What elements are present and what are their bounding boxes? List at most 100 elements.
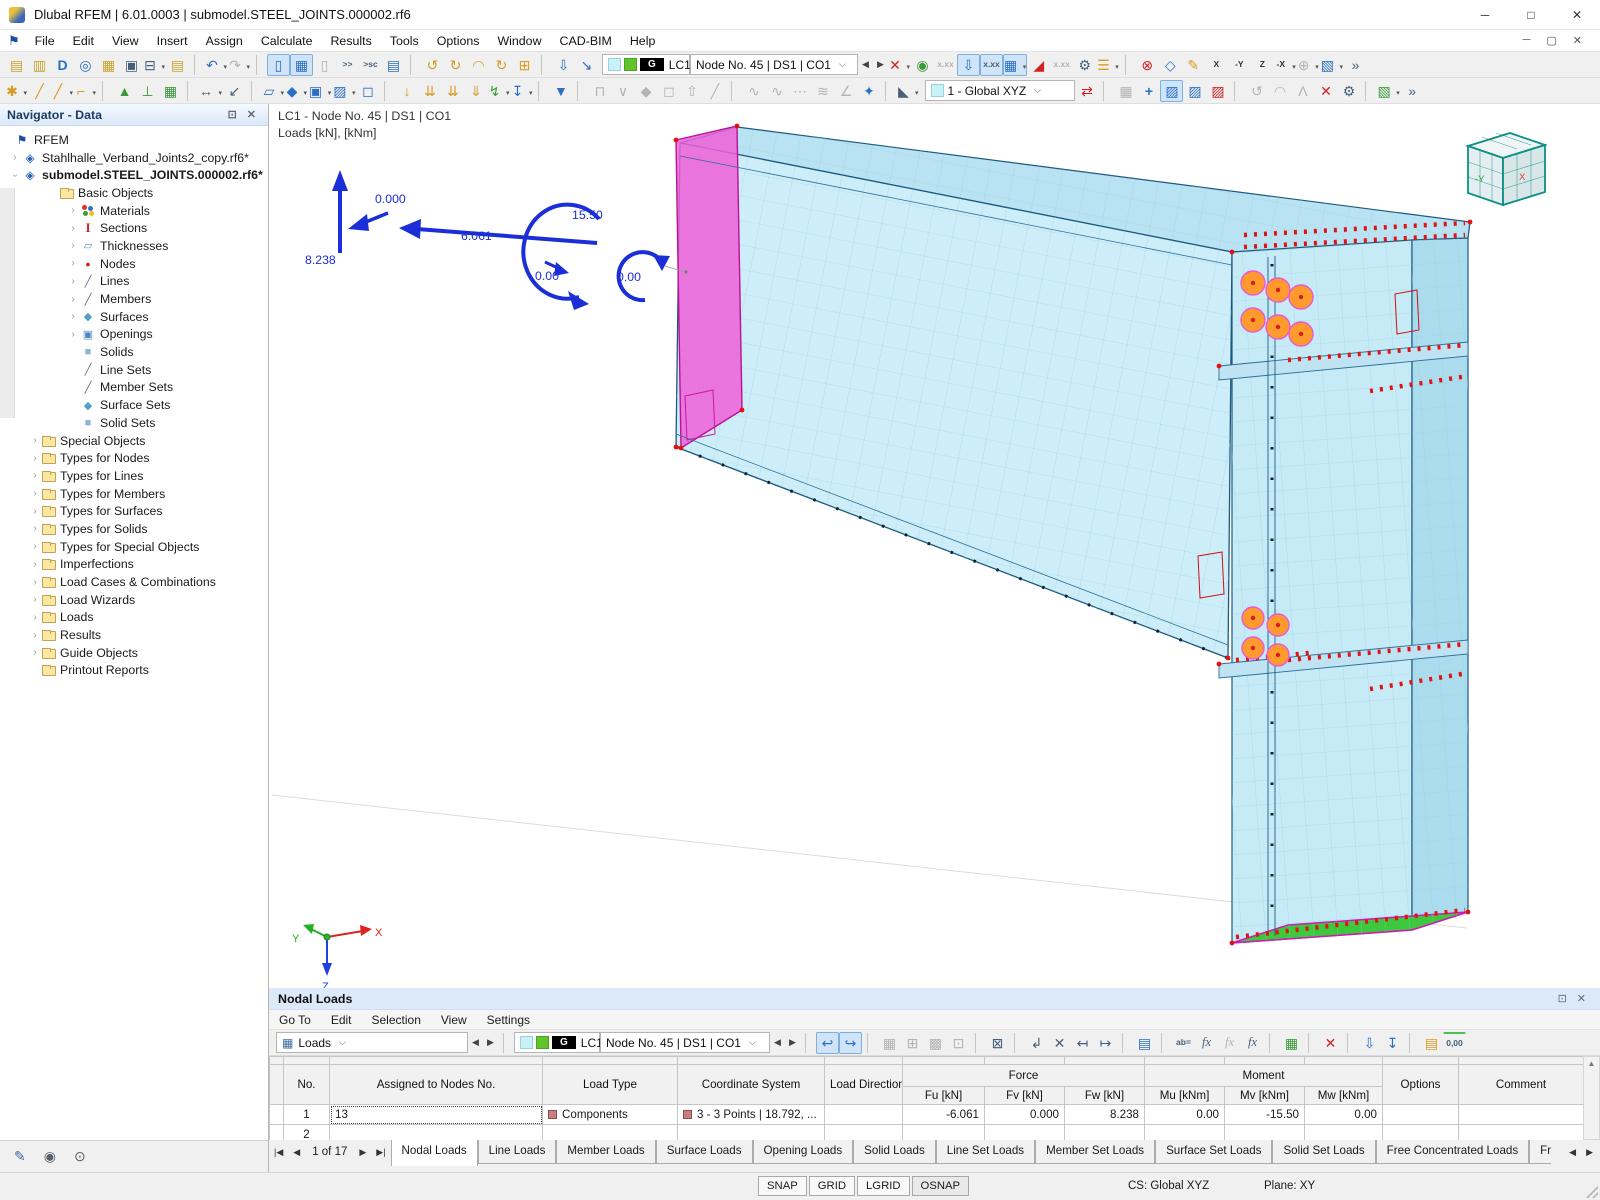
col-load-direction[interactable]: Load Direction [825, 1065, 903, 1105]
tab-member-set-loads[interactable]: Member Set Loads [1035, 1140, 1155, 1164]
tree-item-types-for-special-objects[interactable]: › Types for Special Objects [0, 538, 268, 556]
table-relations-icon[interactable]: ▦ [878, 1032, 901, 1054]
overflow-icon[interactable]: » [1344, 54, 1367, 76]
rename-icon[interactable]: ab= [1172, 1032, 1195, 1054]
rotate-free-icon[interactable]: ↻ [490, 54, 513, 76]
cell-coordinate-system[interactable]: 3 - 3 Points | 18.792, ... [678, 1105, 825, 1125]
results-diagram-icon[interactable]: ◢ [1027, 54, 1050, 76]
new-opening-icon[interactable]: ▣ [308, 80, 332, 102]
select-node-icon[interactable]: ⇧ [680, 80, 703, 102]
filter-funnel-icon[interactable]: ▼ [549, 80, 572, 102]
panel-menu-settings[interactable]: Settings [477, 1012, 540, 1028]
dimension-icon[interactable]: ↔ [198, 80, 223, 102]
rotate-top-icon[interactable]: ◠ [467, 54, 490, 76]
insert-node-icon[interactable]: ⇩ [552, 54, 575, 76]
minimize-button[interactable]: ─ [1462, 0, 1508, 30]
open-model-icon[interactable]: ▥ [28, 54, 51, 76]
tree-item-nodes[interactable]: › • Nodes [0, 255, 268, 273]
col-mw[interactable]: Mw [kNm] [1305, 1087, 1383, 1105]
cell-mu[interactable]: 0.00 [1145, 1105, 1225, 1125]
cell-row-number[interactable]: 1 [284, 1105, 330, 1125]
redo-icon[interactable]: ↷ [228, 54, 251, 76]
expander-icon[interactable]: › [28, 488, 42, 499]
rotate-copy-icon[interactable]: ↺ [1245, 80, 1268, 102]
special-selection-icon[interactable]: ◣ [896, 80, 919, 102]
sync-selection-icon[interactable]: ↩ [816, 1032, 839, 1054]
select-solid-icon[interactable]: ◻ [657, 80, 680, 102]
panel-toggle-icon[interactable]: ▯ [313, 54, 336, 76]
view-z-icon[interactable]: Z [1251, 54, 1274, 76]
print-table-icon[interactable]: ▤ [1420, 1032, 1443, 1054]
prev-load-button[interactable]: ◀ [770, 1032, 785, 1053]
snap-settings-icon[interactable]: + [1137, 80, 1160, 102]
next-load-button[interactable]: ▶ [785, 1032, 800, 1053]
expander-icon[interactable]: › [28, 523, 42, 534]
tree-item-rfem[interactable]: ⚑ RFEM [0, 131, 268, 149]
tree-item-members[interactable]: › ╱ Members [0, 290, 268, 308]
cell-fv[interactable]: 0.000 [985, 1105, 1065, 1125]
col-fw[interactable]: Fw [kN] [1065, 1087, 1145, 1105]
col-fu[interactable]: Fu [kN] [903, 1087, 985, 1105]
expander-icon[interactable]: › [28, 435, 42, 446]
zoom-box-icon[interactable]: ⊞ [513, 54, 536, 76]
workplane-xz-icon[interactable]: ▨ [1183, 80, 1206, 102]
tree-item-load-cases-combinations[interactable]: › Load Cases & Combinations [0, 573, 268, 591]
mdi-close-button[interactable]: ✕ [1565, 34, 1590, 47]
result-beam-3-icon[interactable]: ⋯ [788, 80, 811, 102]
microscope-icon[interactable]: ⊕ [1297, 54, 1320, 76]
delete-objects-icon[interactable]: ✕ [1314, 80, 1337, 102]
cell-assigned-nodes[interactable]: 13 [330, 1105, 543, 1125]
result-beam-1-icon[interactable]: ∿ [742, 80, 765, 102]
result-beam-5-icon[interactable]: ∠ [834, 80, 857, 102]
resize-grip[interactable] [1586, 1186, 1598, 1198]
status-toggle-snap[interactable]: SNAP [758, 1176, 807, 1196]
visibility-icon[interactable]: ◉ [911, 54, 934, 76]
view-x-icon[interactable]: X [1205, 54, 1228, 76]
select-surface-icon[interactable]: ◆ [634, 80, 657, 102]
result-values-icon[interactable]: x.xx [1050, 54, 1073, 76]
display-mesh-icon[interactable]: ▦ [1003, 54, 1027, 76]
visibility-eye-icon[interactable]: ◉ [44, 1148, 56, 1165]
expander-icon[interactable]: › [66, 205, 80, 216]
prev-table-button[interactable]: ◀ [468, 1032, 483, 1053]
tab-scroll-right-icon[interactable]: ▶ [1581, 1144, 1598, 1161]
cell-options[interactable] [1383, 1105, 1459, 1125]
col-coordinate-system[interactable]: Coordinate System [678, 1065, 825, 1105]
tab-line-set-loads[interactable]: Line Set Loads [936, 1140, 1035, 1164]
tab-solid-set-loads[interactable]: Solid Set Loads [1272, 1140, 1375, 1164]
new-surface-icon[interactable]: ▱ [262, 80, 285, 102]
menu-item-edit[interactable]: Edit [64, 32, 103, 50]
import-loads-icon[interactable]: ⇩ [1358, 1032, 1381, 1054]
perspective-view-icon[interactable]: ▧ [1320, 54, 1344, 76]
tree-item-thicknesses[interactable]: › ▱ Thicknesses [0, 237, 268, 255]
panel-node-selector-combo[interactable]: Node No. 45 | DS1 | CO1 ⌵ [600, 1032, 770, 1053]
col-nodes[interactable]: Assigned to Nodes No. [330, 1065, 543, 1105]
menu-item-window[interactable]: Window [488, 32, 550, 50]
tree-item-imperfections[interactable]: › Imperfections [0, 556, 268, 574]
maximize-button[interactable]: □ [1508, 0, 1554, 30]
mirror-icon[interactable]: Λ [1291, 80, 1314, 102]
row-left-icon[interactable]: ↤ [1071, 1032, 1094, 1054]
export-loads-icon[interactable]: ↧ [1381, 1032, 1404, 1054]
last-table-button[interactable]: ▶| [371, 1147, 390, 1158]
tree-item-surface-sets[interactable]: ◆ Surface Sets [0, 396, 268, 414]
function-icon[interactable]: fx [1195, 1032, 1218, 1054]
menu-item-assign[interactable]: Assign [197, 32, 252, 50]
cell-fu[interactable]: -6.061 [903, 1105, 985, 1125]
tree-item-guide-objects[interactable]: › Guide Objects [0, 644, 268, 662]
zoom-cancel-icon[interactable]: ⊗ [1136, 54, 1159, 76]
next-table-button[interactable]: ▶ [483, 1032, 498, 1053]
node-selector-combo[interactable]: Node No. 45 | DS1 | CO1 ⌵ [690, 54, 858, 75]
col-options[interactable]: Options [1383, 1065, 1459, 1105]
arc-copy-icon[interactable]: ◠ [1268, 80, 1291, 102]
values-display-icon[interactable]: x.xx [934, 54, 957, 76]
display-properties-icon[interactable]: ☰ [1096, 54, 1120, 76]
row-right-icon[interactable]: ↦ [1094, 1032, 1117, 1054]
menu-item-file[interactable]: File [26, 32, 64, 50]
grid-settings-icon[interactable]: ▦ [1114, 80, 1137, 102]
panel-menu-view[interactable]: View [431, 1012, 477, 1028]
tree-item-basic-objects[interactable]: Basic Objects [0, 184, 268, 202]
tree-item-loads[interactable]: › Loads [0, 609, 268, 627]
expander-icon[interactable]: › [28, 630, 42, 641]
function-view-icon[interactable]: fx [1241, 1032, 1264, 1054]
